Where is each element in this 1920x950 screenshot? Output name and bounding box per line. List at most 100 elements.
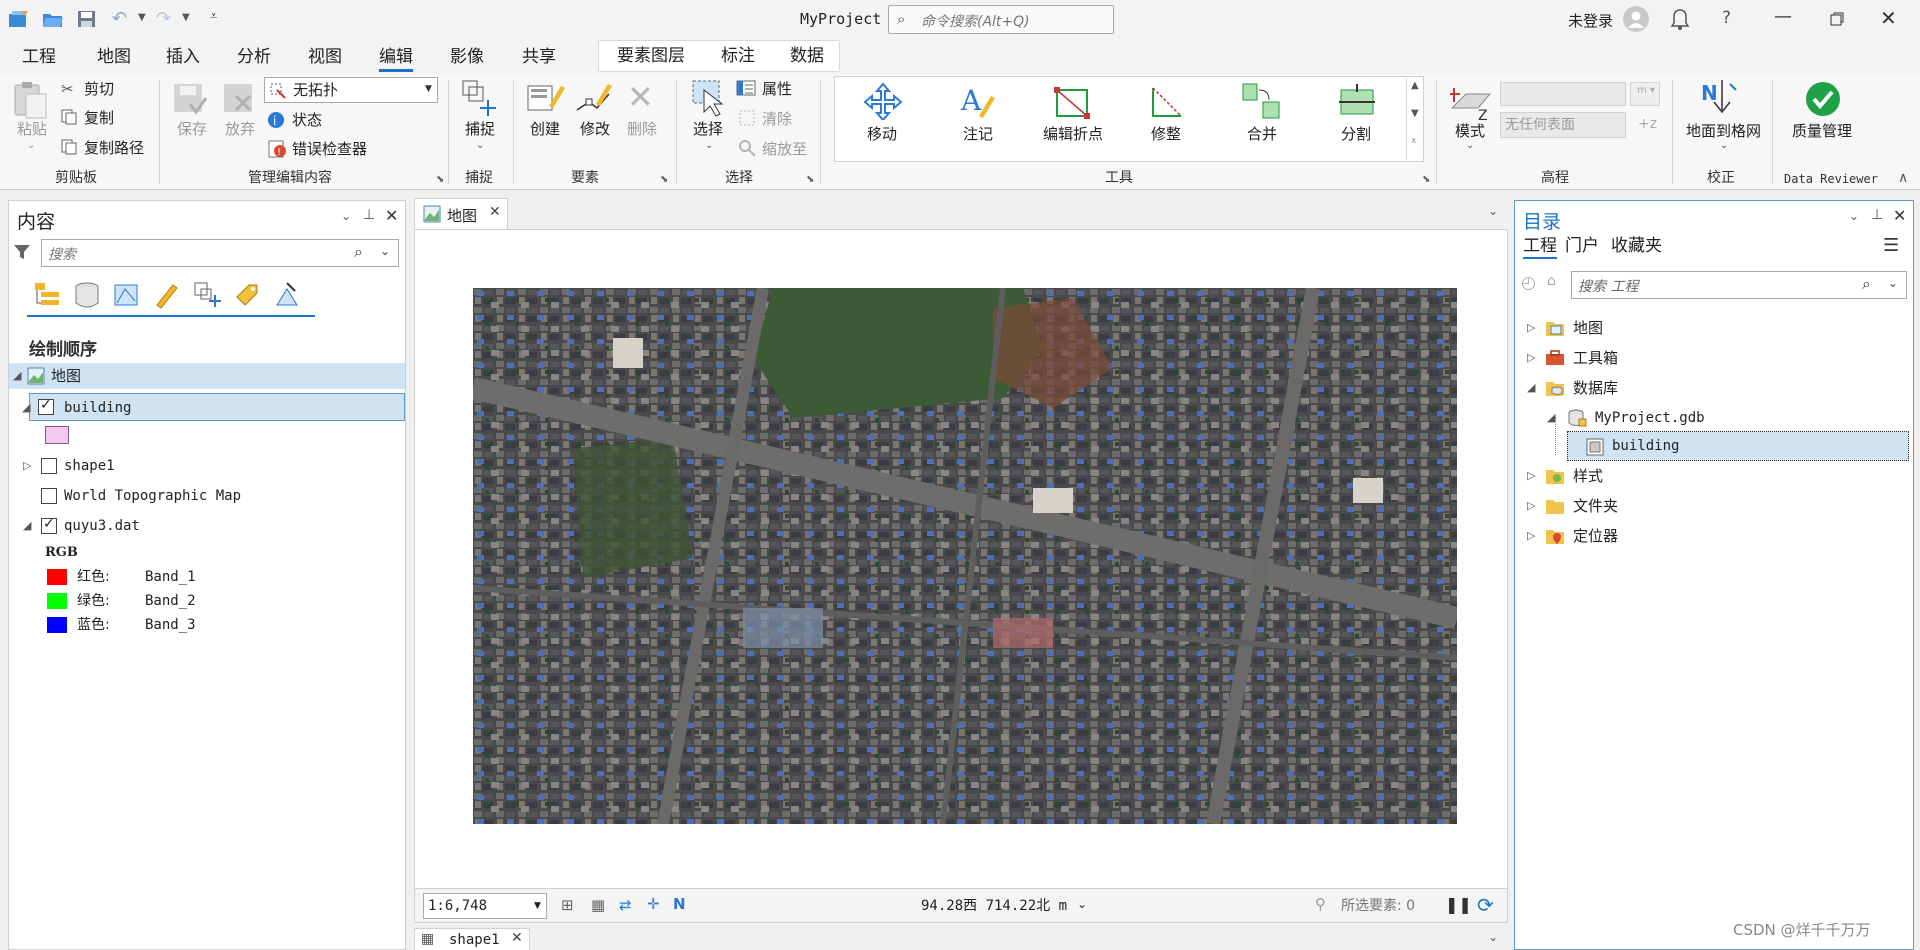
split-tool-button[interactable]: 分割: [1341, 125, 1371, 143]
expand-caret-icon[interactable]: ▷: [1527, 469, 1535, 482]
close-tab-icon[interactable]: ✕: [511, 930, 523, 946]
blue-band-swatch[interactable]: [47, 617, 67, 633]
copy-button[interactable]: 复制: [84, 109, 114, 127]
reshape-tool-button[interactable]: 修整: [1151, 125, 1181, 143]
avatar[interactable]: [1623, 6, 1649, 32]
tab-map[interactable]: 地图: [97, 44, 131, 72]
modify-features-icon[interactable]: [574, 80, 614, 118]
ground-to-grid-button[interactable]: 地面到格网: [1686, 122, 1761, 140]
grid-icon[interactable]: ▦: [591, 896, 605, 914]
search-icon[interactable]: ⌕: [354, 242, 363, 262]
layer-visibility-checkbox[interactable]: [41, 458, 57, 474]
chevron-down-icon[interactable]: ⌄: [705, 140, 713, 151]
search-icon[interactable]: ⌕: [1862, 274, 1871, 294]
red-band-swatch[interactable]: [47, 569, 67, 585]
zoom-to-button[interactable]: 缩放至: [762, 140, 807, 158]
catalog-tab-favorites[interactable]: 收藏夹: [1611, 235, 1662, 257]
pane-options-icon[interactable]: ⌄: [341, 209, 351, 223]
save-project-icon[interactable]: [76, 9, 98, 29]
green-band-swatch[interactable]: [47, 593, 67, 609]
cut-button[interactable]: 剪切: [84, 80, 114, 98]
user-status[interactable]: 未登录: [1568, 10, 1613, 31]
edit-vertices-icon[interactable]: [1053, 82, 1093, 120]
tab-imagery[interactable]: 影像: [450, 44, 484, 72]
catalog-item-maps[interactable]: 地图: [1573, 318, 1603, 338]
expand-caret-icon[interactable]: ◢: [1527, 381, 1535, 394]
home-icon[interactable]: ⌂: [1547, 273, 1556, 289]
list-by-labeling-icon[interactable]: [233, 281, 261, 309]
scale-combo[interactable]: 1:6,748 ▼: [423, 893, 547, 919]
correction-icon[interactable]: N: [673, 895, 686, 913]
catalog-item-toolboxes[interactable]: 工具箱: [1573, 348, 1618, 368]
elevation-input[interactable]: [1500, 82, 1626, 106]
select-button[interactable]: 选择: [693, 120, 723, 138]
select-icon[interactable]: [690, 78, 730, 118]
expand-caret-icon[interactable]: ◢: [13, 369, 21, 382]
imagery-layer[interactable]: [473, 288, 1457, 824]
clear-button[interactable]: 清除: [762, 110, 792, 128]
annotation-tool-icon[interactable]: A: [959, 82, 999, 120]
list-by-drawing-order-icon[interactable]: [33, 281, 61, 309]
gallery-scroller[interactable]: ▲ ▼ ⩡: [1406, 78, 1424, 160]
copy-path-icon[interactable]: [61, 139, 77, 155]
catalog-item-locators[interactable]: 定位器: [1573, 526, 1618, 546]
move-tool-button[interactable]: 移动: [867, 125, 897, 143]
map-navigation-icon[interactable]: ⇄: [619, 896, 632, 914]
elevation-mode-icon[interactable]: Z: [1450, 80, 1492, 120]
coordinate-format-chevron-icon[interactable]: ⌄: [1077, 897, 1087, 911]
catalog-search-input[interactable]: 搜索 工程 ⌕ ⌄: [1571, 271, 1907, 299]
tab-share[interactable]: 共享: [522, 44, 556, 72]
copy-path-button[interactable]: 复制路径: [84, 139, 144, 157]
zoom-to-selection-icon[interactable]: [738, 139, 756, 157]
redo-dropdown-icon[interactable]: ▼: [182, 12, 190, 23]
catalog-tab-project[interactable]: 工程: [1523, 235, 1557, 259]
edit-vertices-button[interactable]: 编辑折点: [1043, 125, 1103, 143]
list-by-data-source-icon[interactable]: [73, 281, 101, 309]
tab-view[interactable]: 视图: [308, 44, 342, 72]
layer-label-quyu3[interactable]: quyu3.dat: [64, 516, 140, 536]
chevron-down-icon[interactable]: ⌄: [380, 244, 390, 258]
snapping-toggle-icon[interactable]: ✛: [647, 895, 660, 913]
layer-label-shape1[interactable]: shape1: [64, 456, 115, 476]
paste-icon[interactable]: [12, 80, 50, 120]
attributes-icon[interactable]: [736, 79, 756, 97]
clear-selection-icon[interactable]: [738, 109, 756, 127]
map-node-row[interactable]: ◢ 地图: [9, 363, 405, 389]
copy-icon[interactable]: [61, 109, 77, 125]
attributes-button[interactable]: 属性: [762, 80, 792, 98]
gallery-up-icon[interactable]: ▲: [1411, 80, 1419, 91]
surface-dropdown[interactable]: 无任何表面: [1500, 112, 1626, 138]
annotation-tool-button[interactable]: 注记: [963, 125, 993, 143]
gallery-expand-icon[interactable]: ⩡: [1411, 136, 1417, 147]
catalog-menu-icon[interactable]: ☰: [1883, 235, 1899, 256]
delete-button[interactable]: 删除: [627, 120, 657, 138]
layer-label-world-topographic-map[interactable]: World Topographic Map: [64, 486, 241, 506]
close-pane-icon[interactable]: ✕: [1893, 206, 1906, 225]
layer-visibility-checkbox[interactable]: [41, 488, 57, 504]
tab-insert[interactable]: 插入: [166, 44, 200, 72]
close-pane-icon[interactable]: ✕: [385, 206, 398, 225]
add-to-map-icon[interactable]: ⊞: [561, 896, 574, 914]
paste-button[interactable]: 粘贴: [17, 120, 47, 138]
error-inspector-button[interactable]: 错误检查器: [292, 140, 367, 158]
merge-tool-button[interactable]: 合并: [1247, 125, 1277, 143]
layer-row-building[interactable]: ◢ ✓ building: [22, 393, 405, 421]
tab-project[interactable]: 工程: [22, 44, 56, 72]
expand-caret-icon[interactable]: ▷: [23, 459, 31, 472]
refresh-icon[interactable]: ⟳: [1477, 893, 1494, 917]
save-edits-button[interactable]: 保存: [177, 120, 207, 138]
tab-data[interactable]: 数据: [790, 43, 824, 71]
map-view-tab[interactable]: 地图 ✕: [414, 198, 508, 230]
discard-icon[interactable]: [222, 82, 258, 118]
reshape-tool-icon[interactable]: [1147, 82, 1187, 120]
elevation-mode-button[interactable]: 模式: [1455, 122, 1485, 140]
building-symbol-swatch[interactable]: [45, 426, 69, 444]
tab-edit[interactable]: 编辑: [379, 44, 413, 72]
quality-management-icon[interactable]: [1804, 80, 1842, 118]
modify-button[interactable]: 修改: [580, 120, 610, 138]
list-by-perspective-icon[interactable]: [273, 281, 301, 309]
discard-button[interactable]: 放弃: [225, 120, 255, 138]
command-search-box[interactable]: ⌕ 命令搜索(Alt+Q): [888, 5, 1114, 34]
save-edits-icon[interactable]: [172, 82, 208, 118]
gallery-down-icon[interactable]: ▼: [1411, 108, 1419, 119]
